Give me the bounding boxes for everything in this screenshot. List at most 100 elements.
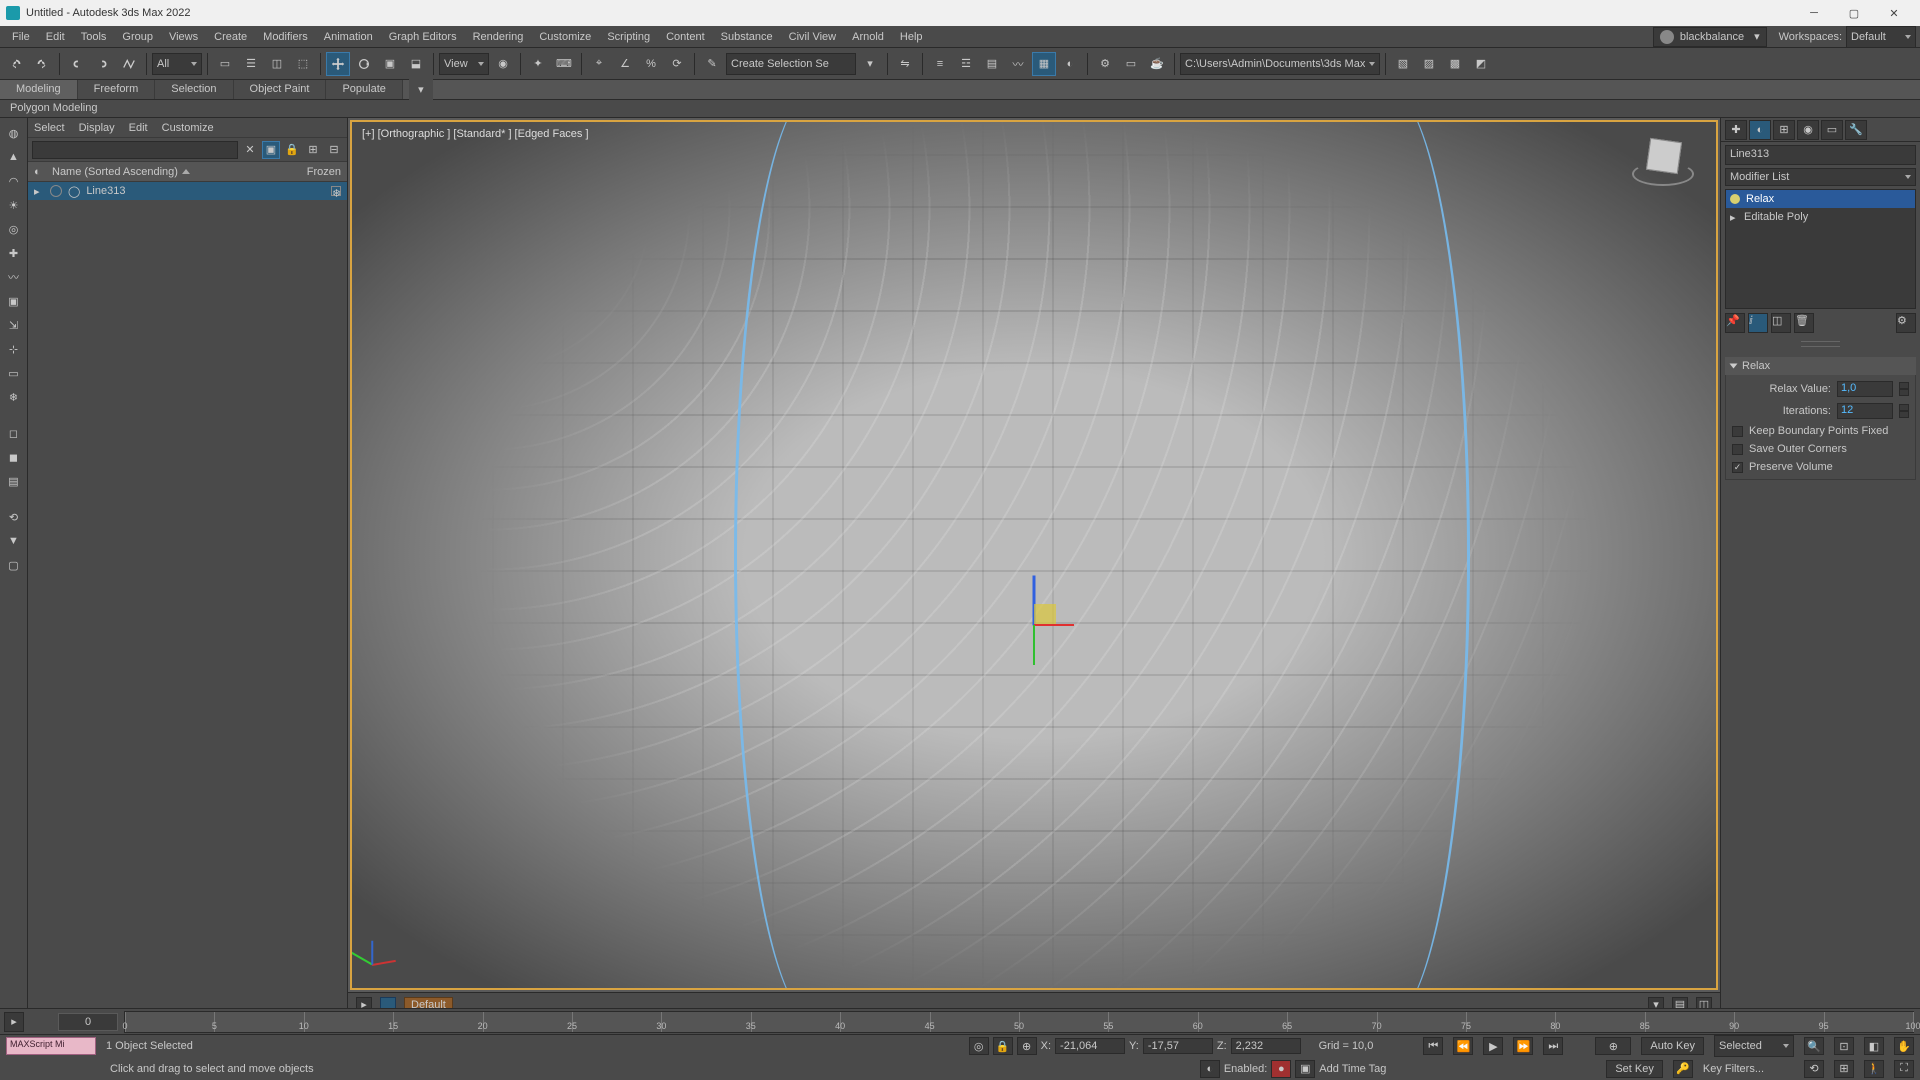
- save-outer-checkbox[interactable]: Save Outer Corners: [1732, 443, 1909, 455]
- sx-clear-icon[interactable]: ✕: [241, 141, 259, 159]
- cmd-tab-motion[interactable]: ◉: [1797, 120, 1819, 140]
- snap-toggle-button[interactable]: ⌖: [587, 52, 611, 76]
- nav-walk-icon[interactable]: 🚶: [1864, 1060, 1884, 1078]
- menu-arnold[interactable]: Arnold: [844, 28, 892, 46]
- viewport-label[interactable]: [+] [Orthographic ] [Standard* ] [Edged …: [362, 128, 589, 140]
- layer-explorer-button[interactable]: ☲: [954, 52, 978, 76]
- view-cube[interactable]: [1628, 134, 1698, 194]
- maxscript-listener[interactable]: MAXScript Mi: [6, 1037, 96, 1055]
- ribbon-tab-selection[interactable]: Selection: [155, 80, 233, 99]
- sx-expand-icon[interactable]: ⊞: [304, 141, 322, 159]
- filter-icon[interactable]: ▼: [3, 530, 25, 552]
- render-setup-button[interactable]: ⚙: [1093, 52, 1117, 76]
- time-tag-icon[interactable]: ▣: [1295, 1060, 1315, 1078]
- display-geometry-icon[interactable]: ▲: [3, 146, 25, 168]
- asset-2-button[interactable]: ▨: [1417, 52, 1441, 76]
- menu-content[interactable]: Content: [658, 28, 713, 46]
- curve-editor-button[interactable]: 〰: [1006, 52, 1030, 76]
- sx-menu-customize[interactable]: Customize: [162, 122, 214, 134]
- goto-end-button[interactable]: ⏭: [1543, 1037, 1563, 1055]
- display-all-icon[interactable]: ◍: [3, 122, 25, 144]
- key-target-dropdown[interactable]: Selected: [1714, 1035, 1794, 1057]
- cmd-tab-display[interactable]: ▭: [1821, 120, 1843, 140]
- panel-grip[interactable]: [1801, 341, 1841, 347]
- link-button[interactable]: [65, 52, 89, 76]
- x-value[interactable]: -21,064: [1055, 1038, 1125, 1054]
- goto-start-button[interactable]: ⏮: [1423, 1037, 1443, 1055]
- menu-customize[interactable]: Customize: [531, 28, 599, 46]
- isolate-toggle-icon[interactable]: ◎: [969, 1037, 989, 1055]
- enabled-toggle[interactable]: ●: [1271, 1060, 1291, 1078]
- ribbon-toggle-button[interactable]: ▾: [409, 78, 433, 102]
- nav-zoom-icon[interactable]: 🔍: [1804, 1037, 1824, 1055]
- make-unique-button[interactable]: ◫: [1771, 313, 1791, 333]
- nav-zoom-extents-icon[interactable]: ⊞: [1834, 1060, 1854, 1078]
- window-crossing-button[interactable]: ⬚: [291, 52, 315, 76]
- toggle-ribbon-button[interactable]: ▤: [980, 52, 1004, 76]
- autokey-button[interactable]: Auto Key: [1641, 1037, 1704, 1055]
- display-sort-icon[interactable]: ▤: [3, 470, 25, 492]
- spinner-snap-button[interactable]: ⟳: [665, 52, 689, 76]
- add-time-tag[interactable]: Add Time Tag: [1319, 1063, 1386, 1075]
- sx-item-line313[interactable]: ▸ ◯ Line313 ❄: [28, 182, 347, 200]
- viewport-canvas[interactable]: [+] [Orthographic ] [Standard* ] [Edged …: [350, 120, 1718, 990]
- lock-selection-icon[interactable]: 🔒: [993, 1037, 1013, 1055]
- relax-value-input[interactable]: 1,0: [1837, 381, 1893, 397]
- visibility-icon[interactable]: [50, 185, 62, 197]
- render-button[interactable]: ☕: [1145, 52, 1169, 76]
- rendered-frame-button[interactable]: ▭: [1119, 52, 1143, 76]
- menu-rendering[interactable]: Rendering: [465, 28, 532, 46]
- object-name-field[interactable]: Line313: [1725, 145, 1916, 165]
- asset-1-button[interactable]: ▧: [1391, 52, 1415, 76]
- display-groups-icon[interactable]: ▣: [3, 290, 25, 312]
- menu-substance[interactable]: Substance: [713, 28, 781, 46]
- stack-item-editable-poly[interactable]: ▸ Editable Poly: [1726, 208, 1915, 226]
- percent-snap-button[interactable]: %: [639, 52, 663, 76]
- sx-collapse-icon[interactable]: ⊟: [325, 141, 343, 159]
- sx-menu-select[interactable]: Select: [34, 122, 65, 134]
- project-path-dropdown[interactable]: C:\Users\Admin\Documents\3ds Max 2022: [1180, 53, 1380, 75]
- minimize-button[interactable]: ─: [1794, 2, 1834, 24]
- timeline-expand-icon[interactable]: ▸: [4, 1012, 24, 1032]
- display-bones-icon[interactable]: ⊹: [3, 338, 25, 360]
- align-button[interactable]: ≡: [928, 52, 952, 76]
- gizmo-xy-plane[interactable]: [1034, 604, 1056, 624]
- display-sel-icon[interactable]: ◼: [3, 446, 25, 468]
- nav-zoomall-icon[interactable]: ⊡: [1834, 1037, 1854, 1055]
- menu-modifiers[interactable]: Modifiers: [255, 28, 316, 46]
- relax-rollout-header[interactable]: Relax: [1725, 357, 1916, 375]
- nav-orbit-icon[interactable]: ⟲: [1804, 1060, 1824, 1078]
- preserve-volume-checkbox[interactable]: Preserve Volume: [1732, 461, 1909, 473]
- menu-tools[interactable]: Tools: [73, 28, 115, 46]
- move-button[interactable]: [326, 52, 350, 76]
- menu-group[interactable]: Group: [114, 28, 161, 46]
- iterations-spinner[interactable]: [1899, 404, 1909, 418]
- next-frame-button[interactable]: ⏩: [1513, 1037, 1533, 1055]
- rotate-button[interactable]: [352, 52, 376, 76]
- prev-frame-button[interactable]: ⏪: [1453, 1037, 1473, 1055]
- nav-fov-icon[interactable]: ◧: [1864, 1037, 1884, 1055]
- ribbon-tab-objectpaint[interactable]: Object Paint: [234, 80, 327, 99]
- sx-menu-edit[interactable]: Edit: [129, 122, 148, 134]
- select-object-button[interactable]: ▭: [213, 52, 237, 76]
- ribbon-tab-populate[interactable]: Populate: [326, 80, 402, 99]
- cmd-tab-utilities[interactable]: 🔧: [1845, 120, 1867, 140]
- select-region-button[interactable]: ◫: [265, 52, 289, 76]
- placement-button[interactable]: ⬓: [404, 52, 428, 76]
- modifier-on-icon[interactable]: [1730, 194, 1740, 204]
- display-spacewarps-icon[interactable]: 〰: [3, 266, 25, 288]
- remove-modifier-button[interactable]: 🗑: [1794, 313, 1814, 333]
- display-xrefs-icon[interactable]: ⇲: [3, 314, 25, 336]
- modifier-stack[interactable]: Relax ▸ Editable Poly: [1725, 189, 1916, 309]
- timeline-ruler[interactable]: 0510152025303540455055606570758085909510…: [124, 1011, 1914, 1033]
- sx-search-input[interactable]: [32, 141, 238, 159]
- adaptive-deg-icon[interactable]: ◐: [1200, 1060, 1220, 1078]
- display-frozen-icon[interactable]: ❄: [3, 386, 25, 408]
- relax-value-spinner[interactable]: [1899, 382, 1909, 396]
- modifier-list-dropdown[interactable]: Modifier List: [1725, 168, 1916, 186]
- configure-sets-button[interactable]: ⚙: [1896, 313, 1916, 333]
- account-menu[interactable]: blackbalance ▾: [1653, 27, 1767, 47]
- pin-stack-button[interactable]: 📌: [1725, 313, 1745, 333]
- keep-boundary-checkbox[interactable]: Keep Boundary Points Fixed: [1732, 425, 1909, 437]
- menu-civilview[interactable]: Civil View: [781, 28, 844, 46]
